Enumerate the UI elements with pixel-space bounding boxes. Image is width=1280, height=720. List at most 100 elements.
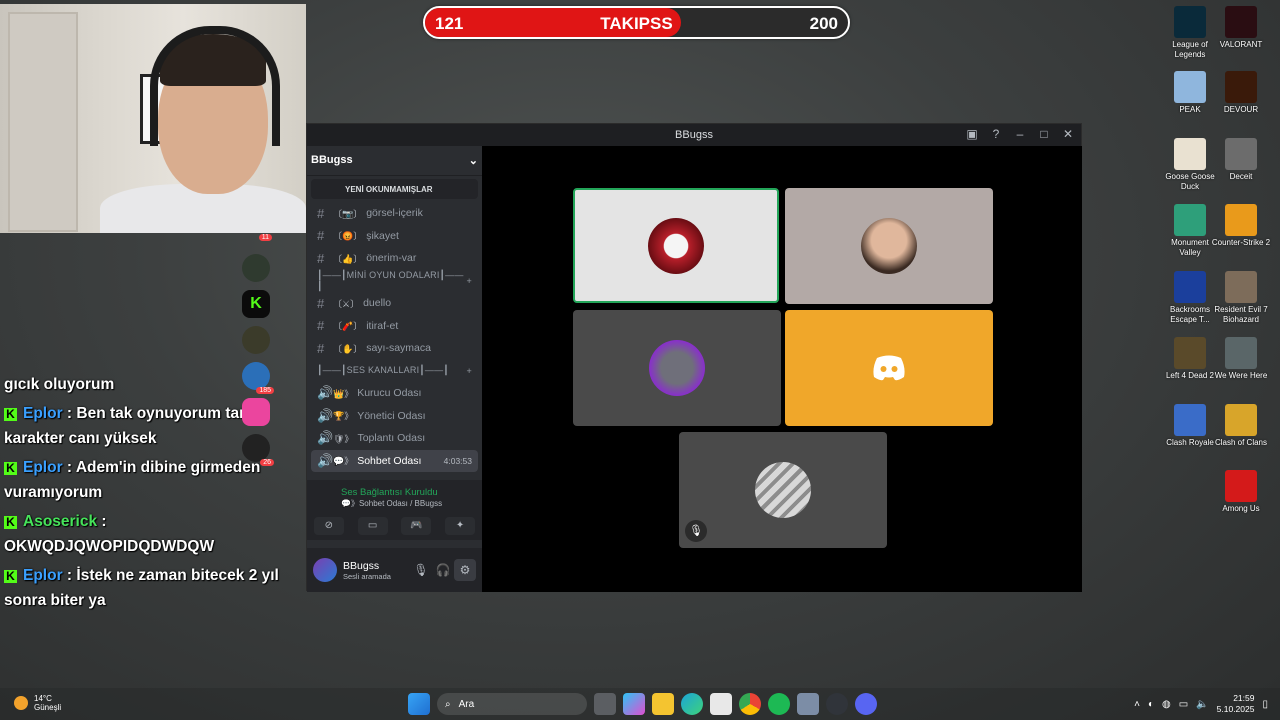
server-icon[interactable]: 185	[242, 362, 274, 394]
channel-gorsel-icerik[interactable]: # 〔📷〕 görsel-içerik	[307, 202, 482, 225]
headphones-icon[interactable]: 🎧	[432, 559, 454, 581]
channel-sikayet[interactable]: # 〔😡〕 şikayet	[307, 225, 482, 248]
help-icon[interactable]: ?	[989, 127, 1003, 141]
desktop-icon-label: Among Us	[1222, 504, 1260, 513]
voice-status[interactable]: Ses Bağlantısı Kuruldu	[307, 480, 482, 498]
desktop-icon[interactable]: Clash of Clans	[1211, 404, 1271, 448]
taskbar-search[interactable]: ⌕ Ara	[437, 693, 587, 715]
chat-separator: :	[97, 513, 107, 530]
category-voice[interactable]: ┃——┃SES KANALLARI┃——┃ +	[307, 360, 482, 383]
close-icon[interactable]: ✕	[1061, 127, 1075, 141]
plus-icon[interactable]: +	[467, 366, 472, 376]
server-icon[interactable]: 11	[240, 232, 276, 250]
desktop-icon[interactable]: Counter-Strike 2	[1211, 204, 1271, 248]
channel-name: itiraf-et	[366, 319, 399, 332]
voice-channel-sohbet[interactable]: 🔊 💬》 Sohbet Odası 4:03:53	[311, 449, 478, 472]
category-mini-games[interactable]: ┃——┃MİNİ OYUN ODALARI┃——┃ +	[307, 270, 482, 293]
participant-tile[interactable]	[573, 188, 779, 303]
voice-channel-kurucu[interactable]: 🔊 👑》 Kurucu Odası	[307, 382, 482, 405]
system-tray: ˄ ◐ ◍ ▭ 🔈 21:59 5.10.2025 ▯	[1134, 693, 1268, 715]
webcam-feed	[0, 4, 306, 233]
inbox-icon[interactable]: ▣	[965, 127, 979, 141]
file-explorer-icon[interactable]	[652, 693, 674, 715]
participant-tile[interactable]	[785, 310, 993, 426]
steam-icon[interactable]	[826, 693, 848, 715]
search-icon: ⌕	[445, 698, 451, 710]
desktop-icon[interactable]: Deceit	[1211, 138, 1271, 182]
discord-icon[interactable]	[855, 693, 877, 715]
camera-off-icon[interactable]: ⊘	[313, 517, 344, 535]
weather-label: Güneşli	[34, 703, 62, 712]
league-of-legends-icon	[1174, 6, 1206, 38]
new-unreads-banner[interactable]: YENİ OKUNMAMIŞLAR	[311, 179, 478, 199]
microphone-icon[interactable]: 🎙	[410, 559, 432, 581]
desktop-icon-label: Counter-Strike 2	[1211, 238, 1271, 247]
channel-emoji: 👑》	[333, 388, 354, 399]
chrome-icon[interactable]	[739, 693, 761, 715]
store-icon[interactable]	[710, 693, 732, 715]
hash-icon: #	[317, 340, 325, 356]
channel-emoji: 〔✋〕	[333, 343, 363, 354]
plus-icon[interactable]: +	[467, 276, 472, 286]
weather-widget[interactable]: 14°C Güneşli	[14, 694, 61, 712]
chevron-up-icon[interactable]: ˄	[1134, 699, 1140, 710]
notification-badge: 26	[260, 459, 274, 466]
participant-tile[interactable]	[785, 188, 993, 304]
voice-channel-yonetici[interactable]: 🔊 🏆》 Yönetici Odası	[307, 405, 482, 428]
wifi-icon[interactable]: ▭	[1179, 699, 1188, 710]
server-icon[interactable]: 26	[242, 434, 274, 466]
window-titlebar[interactable]: BBugss ▣ ? – □ ✕	[307, 124, 1081, 146]
channel-duello[interactable]: # 〔⚔〕 duello	[307, 292, 482, 315]
screen-share-icon[interactable]: ▭	[357, 517, 388, 535]
peak-icon	[1174, 71, 1206, 103]
notifications-icon[interactable]: ▯	[1262, 699, 1268, 710]
tray-app-icon[interactable]: ◍	[1162, 699, 1171, 710]
monument-valley-icon	[1174, 204, 1206, 236]
participant-avatar	[648, 217, 704, 274]
soundboard-icon[interactable]: ✦	[445, 517, 476, 535]
spotify-icon[interactable]	[768, 693, 790, 715]
server-icon[interactable]	[242, 398, 270, 426]
channel-name: duello	[363, 297, 392, 310]
desktop-icon-label: DEVOUR	[1223, 105, 1259, 114]
participant-tile[interactable]: 🎙	[679, 432, 887, 548]
chat-separator: :	[62, 405, 73, 422]
desktop-icon[interactable]: DEVOUR	[1211, 71, 1271, 115]
server-icon[interactable]	[242, 254, 270, 282]
server-header[interactable]: BBugss ⌄	[307, 146, 482, 176]
kick-icon: K	[4, 516, 17, 529]
kick-server-icon[interactable]: K	[242, 290, 270, 318]
channel-emoji: 〔👍〕	[333, 253, 363, 264]
sun-icon	[14, 696, 28, 710]
among-us-icon	[1225, 470, 1257, 502]
activities-icon[interactable]: 🎮	[401, 517, 432, 535]
windows-start-icon[interactable]	[408, 693, 430, 715]
desktop-icon[interactable]: We Were Here	[1211, 337, 1271, 381]
desktop-icon[interactable]: VALORANT	[1211, 6, 1271, 50]
channel-name: Kurucu Odası	[357, 387, 422, 400]
maximize-icon[interactable]: □	[1037, 127, 1051, 141]
participant-tile[interactable]	[573, 310, 781, 426]
avatar[interactable]	[313, 558, 337, 582]
hash-icon: #	[317, 250, 325, 266]
clock[interactable]: 21:59 5.10.2025	[1217, 693, 1255, 715]
chat-separator: :	[62, 567, 73, 584]
channel-sayi-saymaca[interactable]: # 〔✋〕 sayı-saymaca	[307, 337, 482, 360]
minimize-icon[interactable]: –	[1013, 127, 1027, 141]
channel-emoji: 💬》	[333, 456, 354, 467]
desktop-icon[interactable]: Resident Evil 7 Biohazard	[1211, 271, 1271, 325]
speaker-icon: 🔊	[317, 430, 334, 446]
edge-icon[interactable]	[681, 693, 703, 715]
voice-connection-panel: Ses Bağlantısı Kuruldu 💬》Sohbet Odası / …	[307, 480, 482, 540]
volume-icon[interactable]: 🔈	[1196, 699, 1208, 710]
server-icon[interactable]	[242, 326, 270, 354]
voice-channel-toplanti[interactable]: 🔊 🛡》 Toplantı Odası	[307, 427, 482, 450]
copilot-icon[interactable]	[623, 693, 645, 715]
tray-app-icon[interactable]: ◐	[1148, 699, 1154, 710]
task-view-icon[interactable]	[594, 693, 616, 715]
network-app-icon[interactable]	[797, 693, 819, 715]
desktop-icon[interactable]: Among Us	[1211, 470, 1271, 514]
gear-icon[interactable]: ⚙	[454, 559, 476, 581]
channel-itiraf-et[interactable]: # 〔🧨〕 itiraf-et	[307, 315, 482, 338]
channel-onerim-var[interactable]: # 〔👍〕 önerim-var	[307, 247, 482, 270]
